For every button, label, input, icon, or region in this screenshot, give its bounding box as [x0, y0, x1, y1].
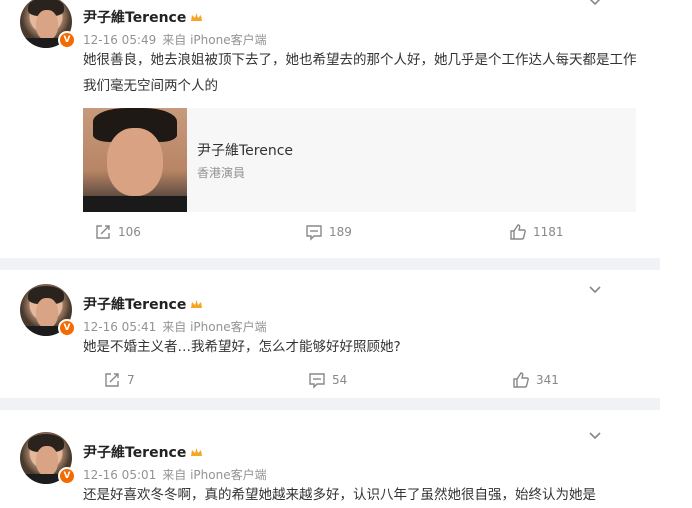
comment-count: 54 — [332, 373, 348, 387]
weibo-post: V 尹子維Terence 12-16 05:49 来自 iPhone客户端 她很善… — [0, 0, 660, 258]
author-name[interactable]: 尹子維Terence — [83, 442, 203, 462]
post-text: 她是不婚主义者…我希望好，怎么才能够好好照顾她? — [83, 339, 401, 355]
author-name-text: 尹子維Terence — [83, 297, 187, 313]
like-icon — [510, 224, 526, 240]
crown-icon — [191, 13, 203, 21]
chevron-down-icon[interactable] — [588, 428, 602, 442]
author-name-text: 尹子維Terence — [83, 10, 187, 26]
comment-button[interactable]: 54 — [308, 371, 347, 389]
repost-icon — [96, 225, 110, 239]
profile-card-image — [83, 108, 187, 212]
post-source: 来自 iPhone客户端 — [162, 468, 267, 482]
comment-icon — [309, 373, 325, 389]
post-time[interactable]: 12-16 05:41 — [83, 320, 156, 334]
repost-button[interactable]: 7 — [103, 371, 135, 389]
author-name-text: 尹子維Terence — [83, 445, 187, 461]
like-count: 1181 — [533, 225, 564, 239]
weibo-post: V 尹子維Terence 12-16 05:41 来自 iPhone客户端 她是不… — [0, 270, 660, 398]
action-bar: 7 54 341 — [0, 371, 660, 391]
post-source: 来自 iPhone客户端 — [162, 33, 267, 47]
repost-count: 106 — [118, 225, 141, 239]
crown-icon — [191, 300, 203, 308]
like-icon — [513, 372, 529, 388]
author-name[interactable]: 尹子維Terence — [83, 7, 203, 27]
like-count: 341 — [536, 373, 559, 387]
profile-card-subtitle: 香港演員 — [197, 166, 246, 180]
post-meta: 12-16 05:49 来自 iPhone客户端 — [83, 31, 273, 48]
post-time[interactable]: 12-16 05:01 — [83, 468, 156, 482]
post-meta: 12-16 05:41 来自 iPhone客户端 — [83, 318, 273, 335]
post-text: 还是好喜欢冬冬啊，真的希望她越来越多好，认识八年了虽然她很自强，始终认为她是 — [83, 487, 596, 503]
crown-icon — [191, 448, 203, 456]
profile-card-title: 尹子維Terence — [197, 143, 294, 159]
repost-button[interactable]: 106 — [94, 223, 141, 241]
post-meta: 12-16 05:01 来自 iPhone客户端 — [83, 466, 273, 483]
repost-icon — [105, 373, 119, 387]
action-bar: 106 189 1181 — [0, 223, 660, 243]
post-divider — [0, 398, 660, 410]
verified-badge-icon: V — [58, 319, 76, 337]
comment-button[interactable]: 189 — [305, 223, 352, 241]
post-time[interactable]: 12-16 05:49 — [83, 33, 156, 47]
profile-card[interactable]: 尹子維Terence 香港演員 — [83, 108, 636, 212]
post-source: 来自 iPhone客户端 — [162, 320, 267, 334]
chevron-down-icon[interactable] — [588, 0, 602, 8]
comment-count: 189 — [329, 225, 352, 239]
post-divider — [0, 258, 660, 270]
verified-badge-icon: V — [58, 31, 76, 49]
like-button[interactable]: 1181 — [509, 223, 564, 241]
verified-badge-icon: V — [58, 467, 76, 485]
repost-count: 7 — [127, 373, 135, 387]
comment-icon — [306, 225, 322, 241]
chevron-down-icon[interactable] — [588, 282, 602, 296]
post-text: 她很善良，她去浪姐被顶下去了，她也希望去的那个人好，她几乎是个工作达人每天都是工… — [83, 52, 637, 94]
author-name[interactable]: 尹子維Terence — [83, 294, 203, 314]
like-button[interactable]: 341 — [512, 371, 559, 389]
weibo-post: V 尹子維Terence 12-16 05:01 来自 iPhone客户端 还是好… — [0, 410, 660, 503]
